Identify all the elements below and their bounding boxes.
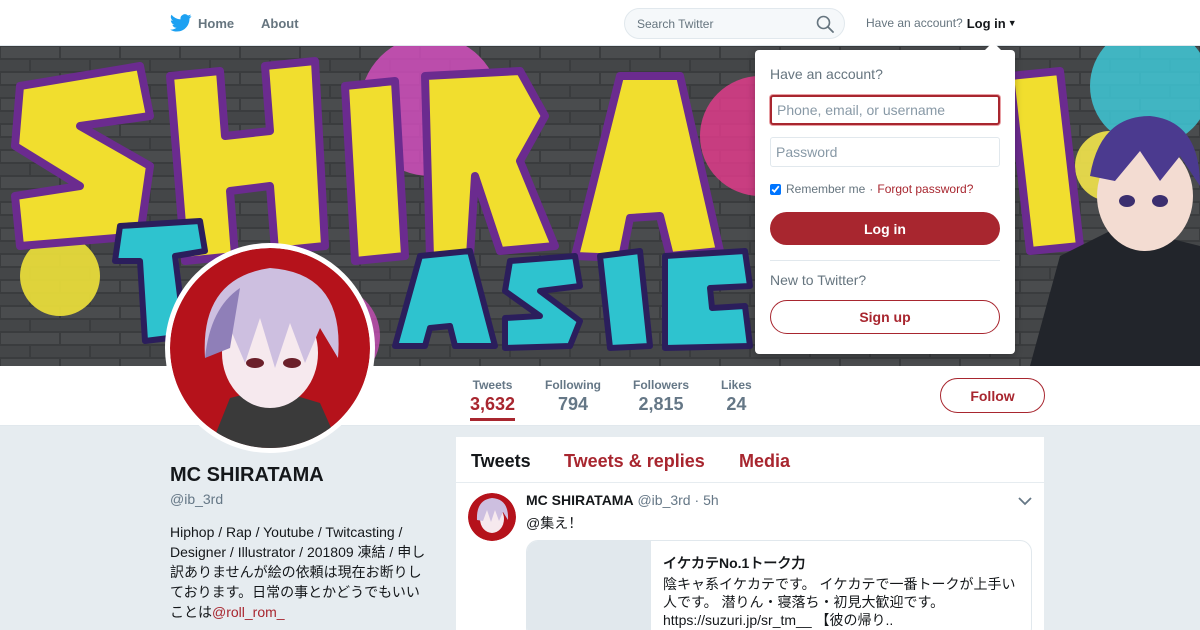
bio-mention-link[interactable]: @roll_rom_ xyxy=(212,604,285,620)
new-to-twitter-label: New to Twitter? xyxy=(770,272,867,288)
link-card[interactable]: イケカテNo.1トーク力 陰キャ系イケカテです。 イケカテで一番トークが上手い人… xyxy=(526,540,1032,630)
forgot-password-link[interactable]: Forgot password? xyxy=(877,182,973,196)
timeline: Tweets Tweets & replies Media MC SHIRATA… xyxy=(456,437,1044,630)
stat-label: Tweets xyxy=(472,378,513,392)
tweet-timestamp[interactable]: 5h xyxy=(703,492,719,508)
nav-home[interactable]: Home xyxy=(170,0,234,46)
card-description: 陰キャ系イケカテです。 イケカテで一番トークが上手い人です。 潜りん・寝落ち・初… xyxy=(663,576,1016,628)
tweet[interactable]: MC SHIRATAMA @ib_3rd · 5h @集え！ イケカテNo.1ト… xyxy=(456,483,1044,630)
tweet-author-name[interactable]: MC SHIRATAMA xyxy=(526,492,634,508)
tab-tweets-replies[interactable]: Tweets & replies xyxy=(564,451,705,472)
account-menu[interactable]: Have an account? Log in ▼ xyxy=(866,0,1017,46)
tweet-header: MC SHIRATAMA @ib_3rd · 5h xyxy=(526,492,719,508)
stat-value: 794 xyxy=(557,394,589,414)
stat-label: Following xyxy=(545,378,601,392)
bio-text: Hiphop / Rap / Youtube / Twitcasting / D… xyxy=(170,524,426,620)
stat-value: 2,815 xyxy=(638,394,684,414)
signup-button[interactable]: Sign up xyxy=(770,300,1000,334)
login-link[interactable]: Log in xyxy=(967,16,1006,31)
stat-label: Likes xyxy=(721,378,752,392)
remember-me-checkbox[interactable] xyxy=(770,183,781,195)
stat-value: 3,632 xyxy=(470,394,516,414)
tweet-avatar[interactable] xyxy=(468,493,516,541)
remember-me-label: Remember me xyxy=(786,182,866,196)
profile-handle: @ib_3rd xyxy=(170,491,224,507)
account-prompt: Have an account? xyxy=(866,16,963,30)
tweet-separator: · xyxy=(694,492,700,508)
tweet-text: @集え！ xyxy=(526,515,583,531)
search-box xyxy=(624,8,845,39)
search-icon[interactable] xyxy=(816,15,834,38)
stat-following[interactable]: Following 794 xyxy=(545,378,601,415)
profile-bio: Hiphop / Rap / Youtube / Twitcasting / D… xyxy=(170,522,430,622)
search-input[interactable] xyxy=(637,9,817,38)
separator-dot: · xyxy=(869,182,874,196)
password-input[interactable] xyxy=(770,137,1000,167)
twitter-bird-icon xyxy=(170,14,192,32)
dropdown-arrow xyxy=(985,42,1001,50)
timeline-tabs: Tweets Tweets & replies Media xyxy=(456,437,1044,483)
card-image xyxy=(527,541,651,630)
username-input[interactable] xyxy=(770,95,1000,125)
avatar[interactable] xyxy=(165,243,375,453)
divider xyxy=(770,260,1000,261)
top-nav: Home About Have an account? Log in ▼ xyxy=(0,0,1200,46)
tab-media[interactable]: Media xyxy=(739,451,790,472)
nav-home-label: Home xyxy=(198,15,235,31)
remember-me: Remember me · Forgot password? xyxy=(770,182,973,196)
stat-likes[interactable]: Likes 24 xyxy=(721,378,752,415)
profile-name: MC SHIRATAMA xyxy=(170,464,324,486)
chevron-down-icon[interactable] xyxy=(1018,493,1032,511)
tweet-author-handle[interactable]: @ib_3rd xyxy=(637,492,690,508)
follow-button[interactable]: Follow xyxy=(940,378,1045,413)
stat-value: 24 xyxy=(726,394,747,414)
login-button[interactable]: Log in xyxy=(770,212,1000,245)
nav-about[interactable]: About xyxy=(261,0,299,46)
card-title: イケカテNo.1トーク力 xyxy=(663,555,806,571)
caret-down-icon[interactable]: ▼ xyxy=(1008,18,1017,28)
stat-followers[interactable]: Followers 2,815 xyxy=(633,378,689,415)
stat-tweets[interactable]: Tweets 3,632 xyxy=(470,378,516,421)
login-dropdown: Have an account? Remember me · Forgot pa… xyxy=(755,42,1015,354)
login-dropdown-title: Have an account? xyxy=(770,66,883,82)
tab-tweets[interactable]: Tweets xyxy=(471,451,531,472)
stat-label: Followers xyxy=(633,378,690,392)
